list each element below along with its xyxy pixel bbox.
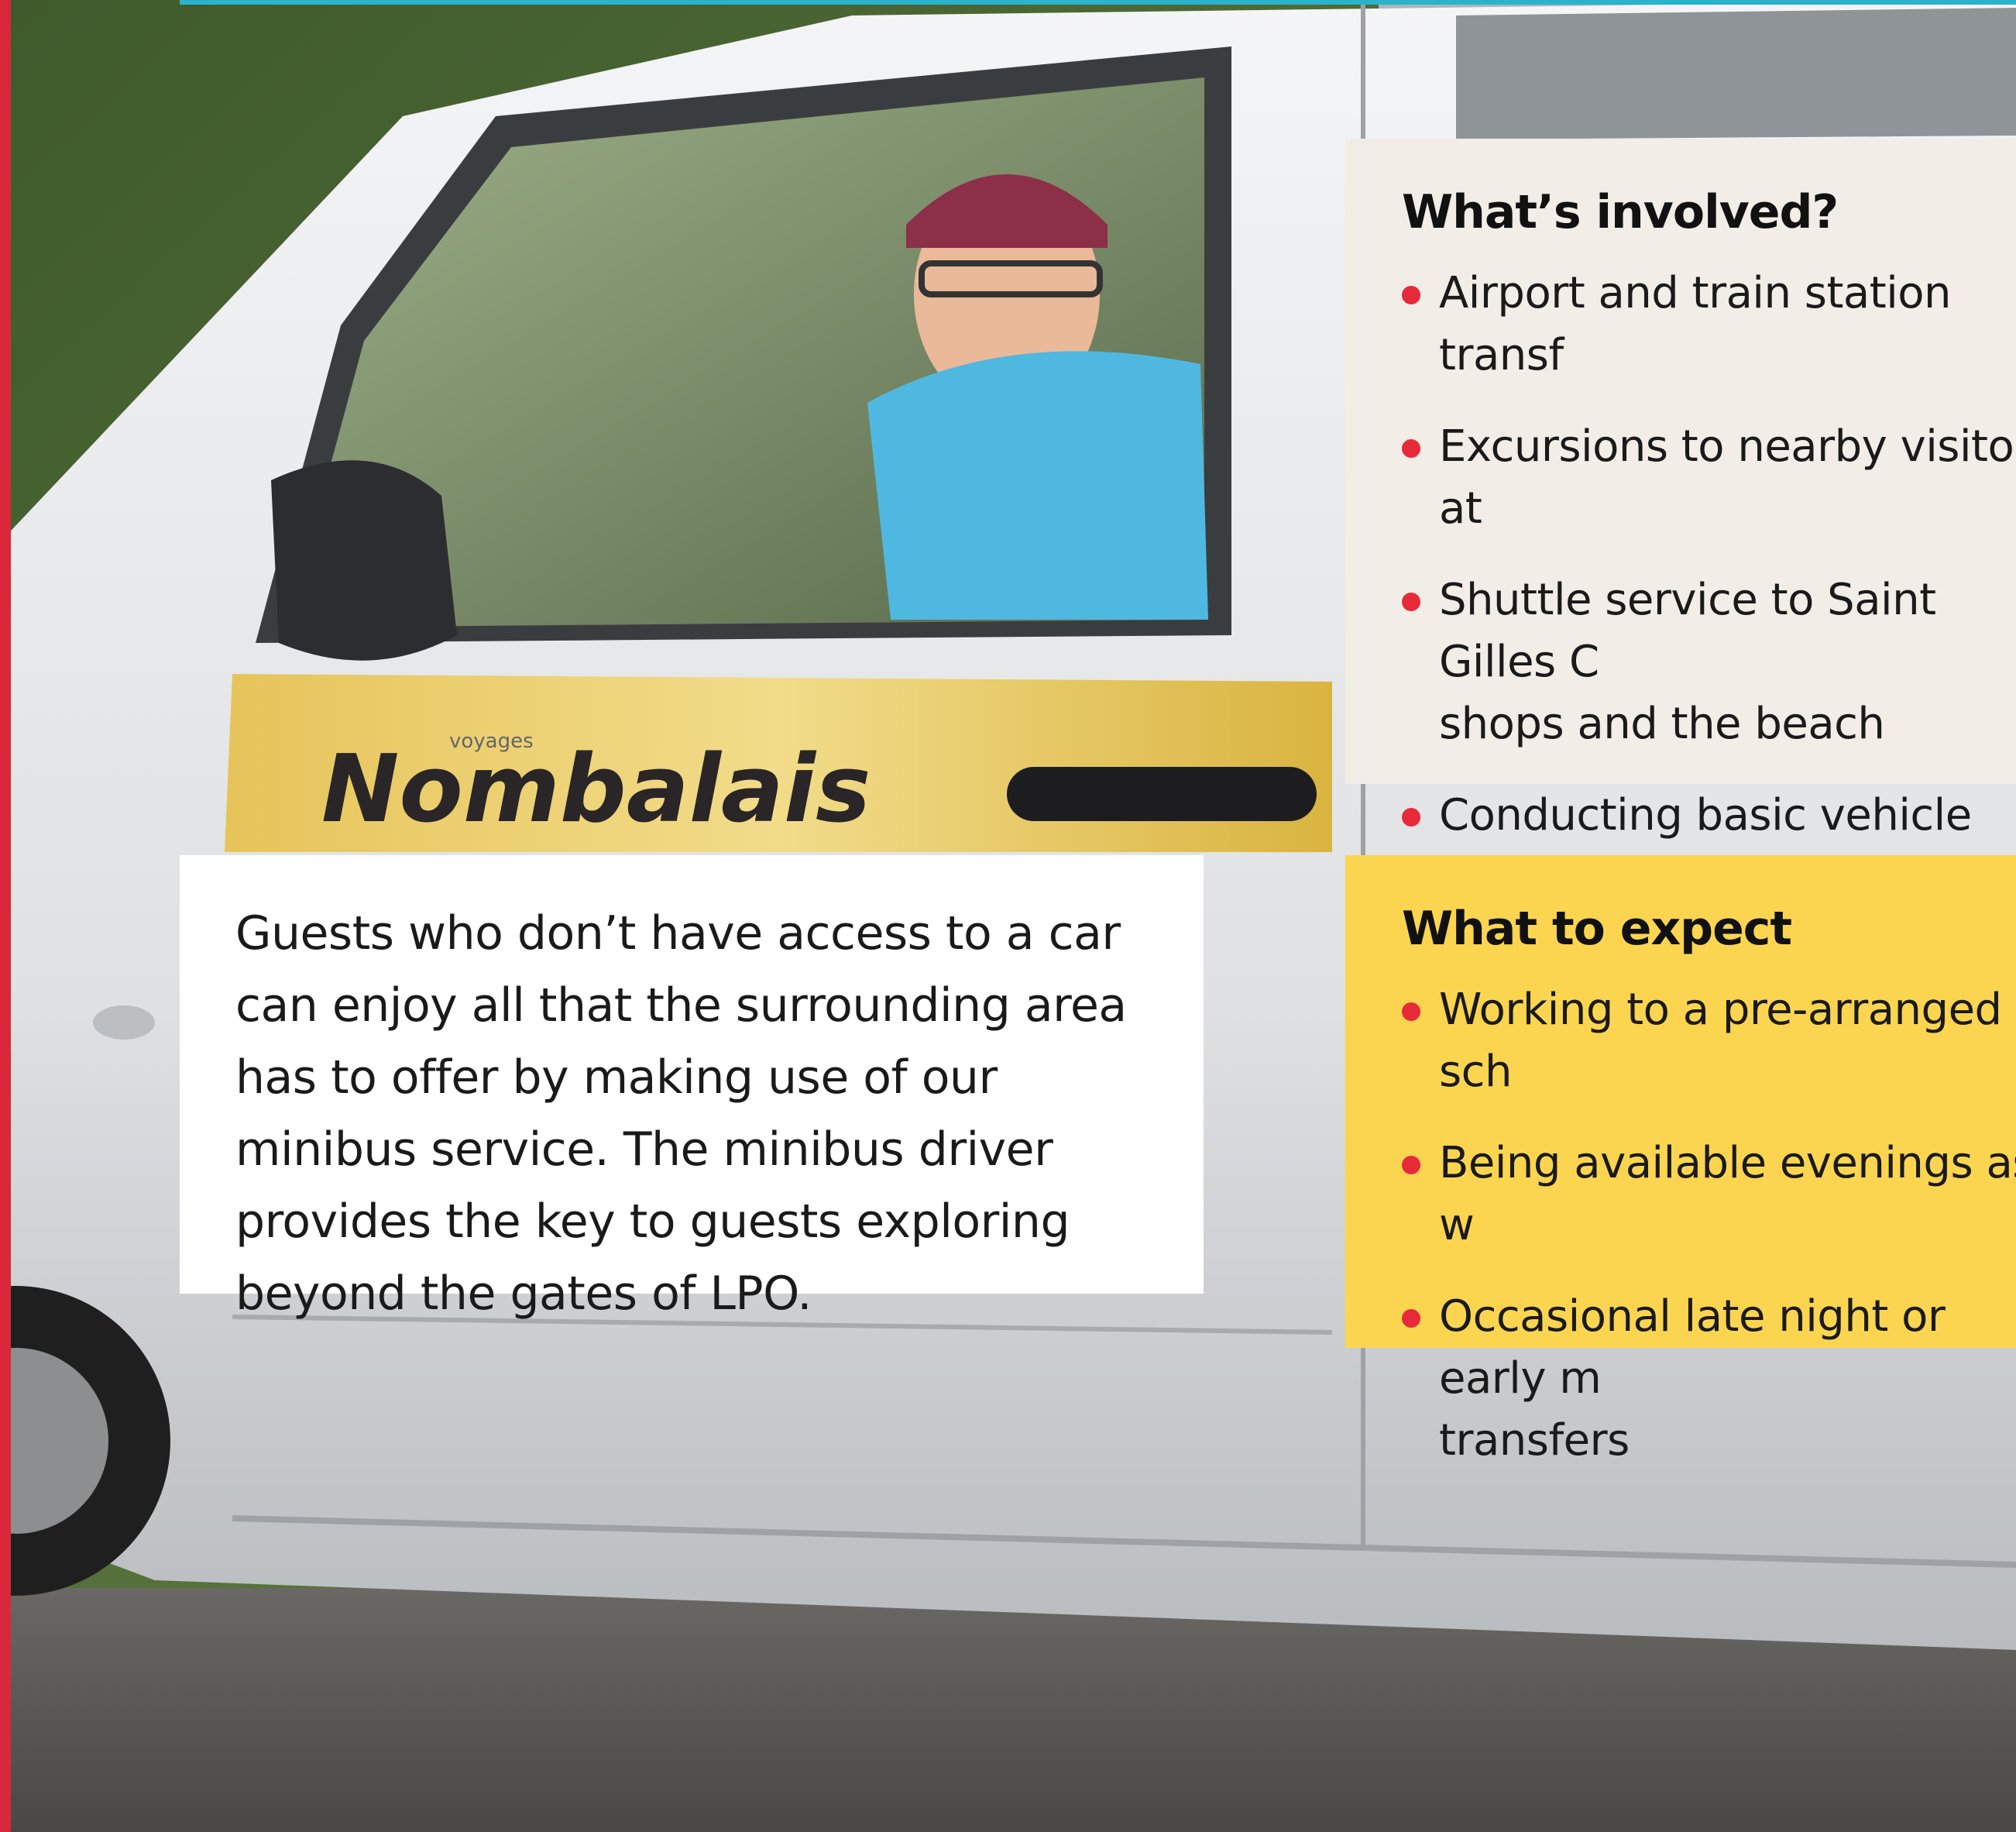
list-item: Working to a pre-arranged sch <box>1402 979 2016 1103</box>
list-item: Airport and train station transf <box>1402 263 2016 387</box>
bullet-icon <box>1402 439 1420 458</box>
list-item: Occasional late night or early m transfe… <box>1402 1286 2016 1472</box>
list-item: Shuttle service to Saint Gilles C shops … <box>1402 569 2016 755</box>
bullet-icon <box>1402 593 1420 611</box>
bullet-icon <box>1402 1156 1420 1174</box>
intro-panel: Guests who don’t have access to a car ca… <box>180 855 1204 1321</box>
what-to-expect-list: Working to a pre-arranged sch Being avai… <box>1402 979 2016 1472</box>
whats-involved-panel: What’s involved? Airport and train stati… <box>1345 139 2016 964</box>
list-item-text: Excursions to nearby visitor at <box>1439 421 2016 534</box>
bullet-icon <box>1402 1309 1420 1328</box>
whats-involved-heading: What’s involved? <box>1402 185 1839 239</box>
list-item-text: Working to a pre-arranged sch <box>1439 985 2002 1097</box>
list-item-text: Airport and train station transf <box>1439 268 1952 380</box>
list-item-text: Shuttle service to Saint Gilles C shops … <box>1439 575 1936 749</box>
bullet-icon <box>1402 808 1420 827</box>
what-to-expect-heading: What to expect <box>1402 902 1792 956</box>
logo-main-text: Nombalais <box>321 736 871 844</box>
list-item: Excursions to nearby visitor at <box>1402 416 2016 540</box>
list-item: Being available evenings as w <box>1402 1133 2016 1256</box>
left-accent-bar <box>0 0 11 1832</box>
bullet-icon <box>1402 1002 1420 1021</box>
bullet-icon <box>1402 286 1420 304</box>
list-item-text: Being available evenings as w <box>1439 1138 2016 1250</box>
what-to-expect-panel: What to expect Working to a pre-arranged… <box>1345 855 2016 1466</box>
top-accent-line <box>180 0 2016 5</box>
list-item-text: Occasional late night or early m transfe… <box>1439 1291 1946 1466</box>
intro-paragraph: Guests who don’t have access to a car ca… <box>235 906 1127 1321</box>
